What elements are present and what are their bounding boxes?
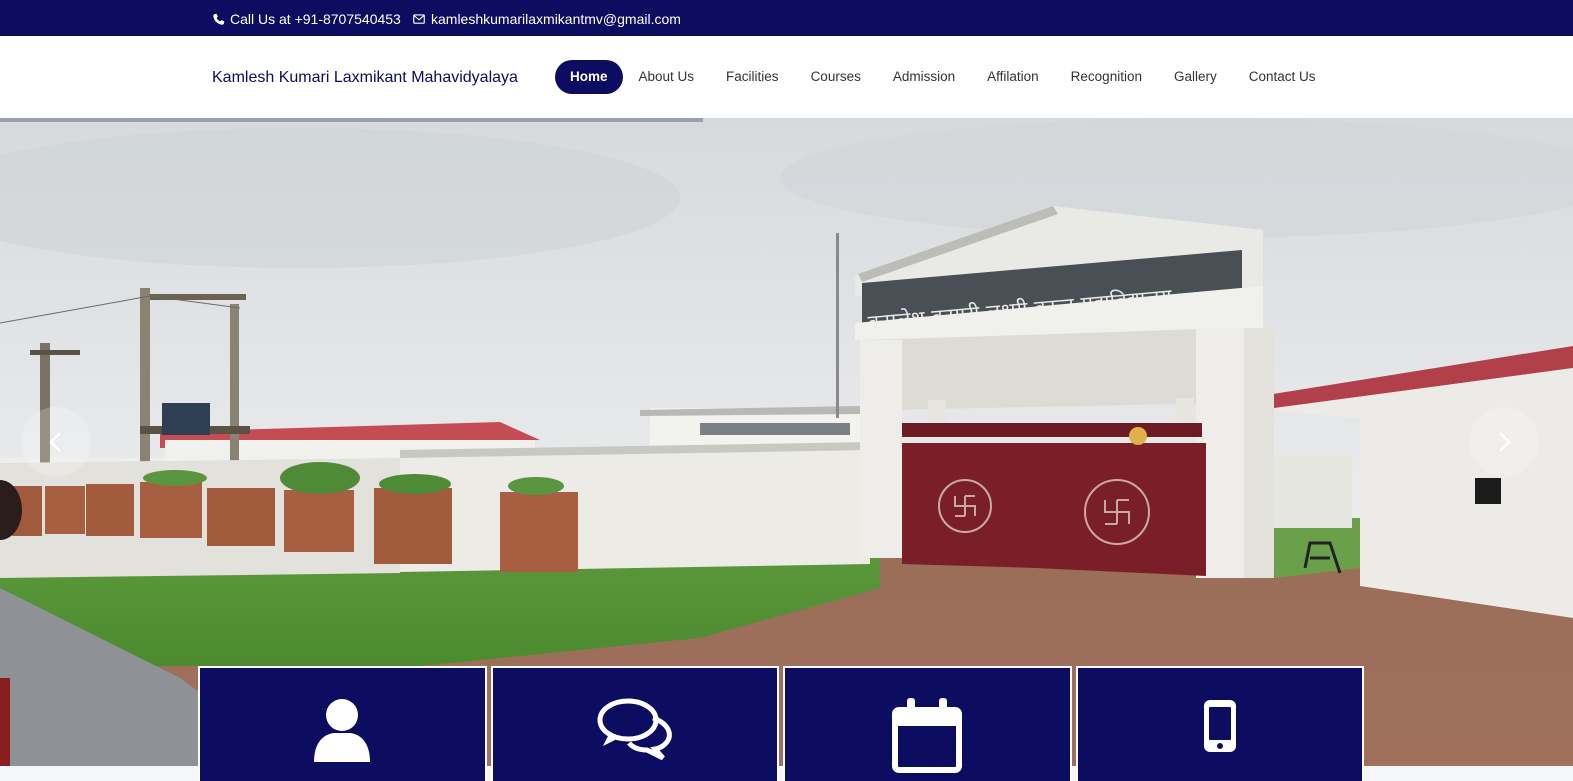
mobile-phone-icon	[1203, 700, 1236, 752]
user-icon	[314, 699, 371, 762]
calendar-icon	[892, 698, 963, 773]
slider-prev-button[interactable]	[21, 407, 91, 477]
chat-bubbles-icon	[597, 698, 672, 760]
nav-item-courses[interactable]: Courses	[795, 60, 877, 94]
email-contact[interactable]: kamleshkumarilaxmikantmv@gmail.com	[412, 11, 681, 27]
chevron-left-icon	[49, 432, 61, 452]
nav-item-admission[interactable]: Admission	[877, 60, 971, 94]
top-contact-bar: Call Us at +91-8707540453 kamleshkumaril…	[0, 0, 1573, 36]
slider-progress-bar	[0, 118, 703, 122]
site-header: Kamlesh Kumari Laxmikant Mahavidyalaya H…	[0, 36, 1573, 118]
nav-item-home[interactable]: Home	[555, 60, 623, 94]
site-brand[interactable]: Kamlesh Kumari Laxmikant Mahavidyalaya	[212, 69, 518, 87]
feature-box-calendar[interactable]	[783, 666, 1072, 781]
slider-next-button[interactable]	[1469, 407, 1539, 477]
feature-box-mobile[interactable]	[1075, 666, 1364, 781]
nav-item-recognition[interactable]: Recognition	[1055, 60, 1158, 94]
nav-item-affilation[interactable]: Affilation	[971, 60, 1055, 94]
nav-item-about-us[interactable]: About Us	[623, 60, 711, 94]
email-text: kamleshkumarilaxmikantmv@gmail.com	[431, 11, 681, 27]
nav-item-gallery[interactable]: Gallery	[1158, 60, 1233, 94]
main-nav: Home About Us Facilities Courses Admissi…	[555, 60, 1332, 94]
feature-boxes	[198, 666, 1364, 781]
phone-contact[interactable]: Call Us at +91-8707540453	[212, 11, 401, 27]
chevron-right-icon	[1499, 432, 1511, 452]
feature-box-chat[interactable]	[490, 666, 779, 781]
nav-item-contact-us[interactable]: Contact Us	[1233, 60, 1332, 94]
feature-box-user[interactable]	[198, 666, 487, 781]
phone-icon	[213, 13, 225, 25]
envelope-icon	[413, 14, 425, 24]
phone-text: Call Us at +91-8707540453	[230, 11, 401, 27]
nav-item-facilities[interactable]: Facilities	[710, 60, 795, 94]
